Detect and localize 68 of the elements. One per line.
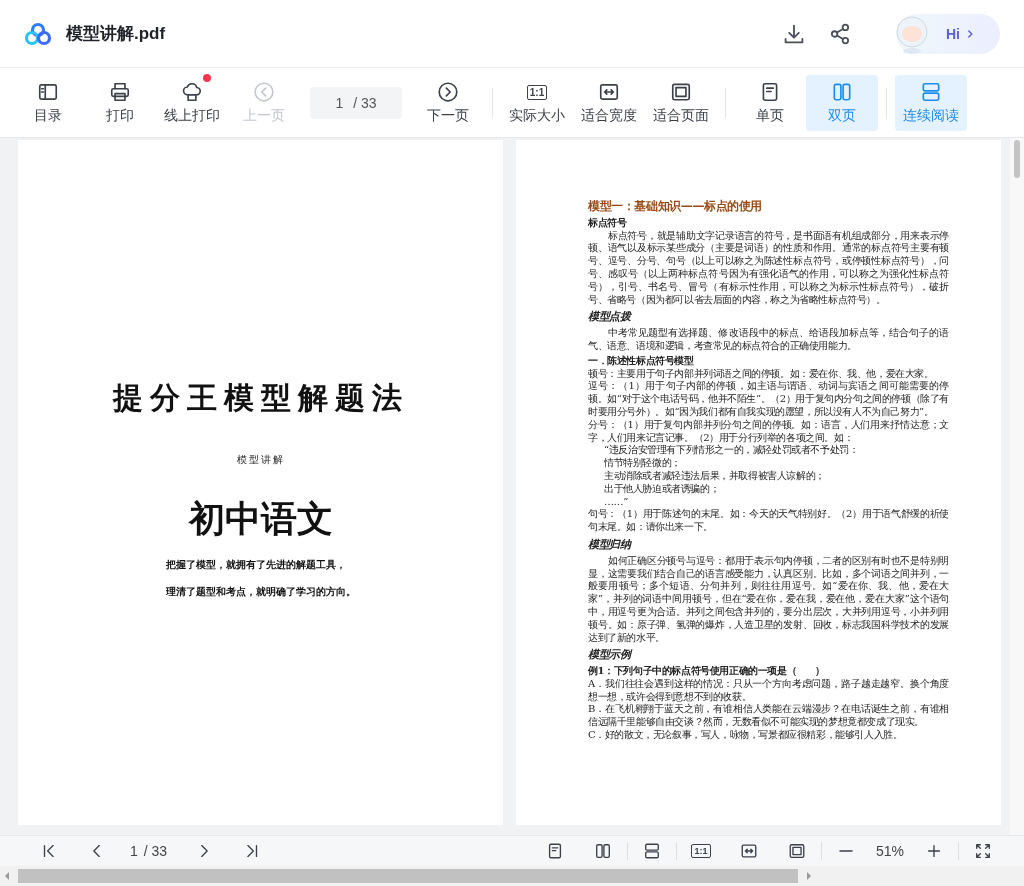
- cover-title: 提分王模型解题法: [112, 380, 409, 416]
- fit-page-button[interactable]: 适合页面: [645, 74, 717, 131]
- paragraph: 如何正确区分顿号与逗号：都用于表示句内停顿，二者的区别有时也不是特别明显，这需要我们结合自己的语言感受能力，认真区别。比如，多个词语之间并列，一般要用顿号；多个短语、分句并列，则往往用逗号。如“爱在你、我、他，爱在大家”，并列的词语中间用顿号，但在“爱在你，爱在我，爱在他，爱在大家”这个语句中，用逗号更为合适。并列之间包含并列的，要分出层次，大并列用逗号，小并列用顿号。如：原子弹、氢弹的爆炸，人造卫星的发射、回收，标志我国科学技术的发展达到了新的水平。: [588, 554, 949, 645]
- paragraph: C．好的散文，无论叙事，写人，咏物，写景都应很精彩，能够引人入胜。: [588, 729, 904, 742]
- previous-page-icon: [253, 81, 275, 103]
- logo-icon: [24, 21, 52, 46]
- online-print-button[interactable]: 线上打印: [156, 74, 228, 131]
- quoted-line: 情节特别轻微的；: [603, 457, 682, 470]
- actual-size-button[interactable]: 1:1 实际大小: [501, 74, 573, 131]
- paragraph: A．我们往往会遇到这样的情况：只从一个方向考虑问题，路子越走越窄。换个角度想一想，或许会得到意想不到的收获。: [588, 677, 949, 703]
- paragraph: 标点符号，就是辅助文字记录语言的符号，是书面语有机组成部分，用来表示停顿、语气以及标示某些成分（主要是词语）的性质和作用。通常的标点符号主要有顿号、逗号、分号、句号（以上可以称之为陈述性标点符号，或停顿性标点符号），问号、感叹号（以上两种标点符号因为有强化语气的作用，可以称之为强化性标点符号），引号、书名号、冒号（有标示性作用，可以称之为标示性标点符号），破折号、省略号（因为都可以省去后面的内容，称之为省略性标点符号）。: [588, 229, 949, 307]
- cover-text: 理清了题型和考点，就明确了学习的方向。: [165, 585, 356, 599]
- paragraph: 逗号：（1）用于句子内部的停顿，如主语与谓语、动词与宾语之间可能需要的停顿。如“对于这个电话号码，他并不陌生”。（2）用于复句内分句之间的停顿（除了有时要用分号外）。如“因为我们都有自我实现的愿望，所以没有人不为自己努力”。: [588, 380, 949, 419]
- chapter-title: 模型一：基础知识——标点的使用: [588, 200, 763, 213]
- scrollbar-thumb[interactable]: [1014, 140, 1020, 178]
- assistant-button[interactable]: Hi: [896, 13, 1000, 54]
- fit-width-button[interactable]: 适合宽度: [573, 74, 645, 131]
- horizontal-scrollbar[interactable]: [0, 866, 1024, 886]
- page-total: / 33: [353, 94, 377, 111]
- next-page-button[interactable]: 下一页: [412, 74, 484, 131]
- actual-size-icon: 1:1: [526, 84, 548, 100]
- paragraph: 句号：（1）用于陈述句的末尾。如：今天的天气特别好。（2）用于语气舒缓的祈使句末尾。如：请你出来一下。: [588, 508, 949, 534]
- quoted-line: “违反治安管理有下列情形之一的，减轻处罚或者不予处罚：: [603, 444, 860, 457]
- cover-heading: 初中语文: [188, 497, 333, 541]
- print-button[interactable]: 打印: [84, 74, 156, 131]
- current-page[interactable]: 1: [130, 843, 138, 859]
- zoom-level: 51%: [875, 843, 905, 859]
- fit-width-icon: [598, 81, 620, 103]
- fullscreen-icon: [974, 842, 992, 860]
- zoom-in-icon: [925, 842, 943, 860]
- quoted-line: ……”: [603, 495, 629, 509]
- subheading: 一．陈述性标点符号模型: [588, 354, 695, 368]
- continuous-scroll-icon: [643, 842, 661, 860]
- fit-page-icon: [788, 842, 806, 860]
- vertical-scrollbar[interactable]: [1010, 138, 1024, 835]
- cloud-printer-icon: [181, 81, 203, 103]
- subheading: 标点符号: [588, 216, 628, 230]
- paragraph: 顿号：主要用于句子内部并列词语之间的停顿。如：爱在你、我、他，爱在大家。: [588, 367, 935, 380]
- scrollbar-thumb[interactable]: [18, 869, 798, 883]
- section-heading: 模型示例: [588, 649, 634, 663]
- sidebar-icon: [37, 81, 59, 103]
- single-page-button[interactable]: 单页: [734, 74, 806, 131]
- printer-icon: [109, 81, 131, 103]
- double-page-icon: [594, 842, 612, 860]
- paragraph: B．在飞机翱翔于蓝天之前，有谁相信人类能在云端漫步？在电话诞生之前，有谁相信远隔千里能够自由交谈？然而，无数看似不可能实现的梦想竟都变成了现实。: [588, 703, 949, 729]
- continuous-scroll-icon: [920, 81, 942, 103]
- single-page-icon: [546, 842, 564, 860]
- actual-size-button[interactable]: 1:1: [680, 838, 722, 864]
- quoted-line: 主动消除或者减轻违法后果，并取得被害人谅解的；: [603, 469, 826, 483]
- section-heading: 模型点拨: [588, 311, 633, 325]
- page-number-field[interactable]: 1 / 33: [310, 86, 402, 119]
- actual-size-icon: 1:1: [691, 844, 711, 858]
- subheading: 例1：下列句子中的标点符号使用正确的一项是（ ）: [588, 665, 826, 678]
- quoted-line: 出于他人胁迫或者诱骗的；: [603, 482, 721, 496]
- paragraph: 中考常见题型有选择题、修改语段中的标点、给语段加标点等，结合句子的语气、语意、语境和逻辑，考查常见的标点符合的正确使用能力。: [588, 327, 949, 353]
- share-icon: [828, 21, 852, 46]
- cover-text: 把握了模型，就拥有了先进的解题工具，: [165, 558, 347, 572]
- fit-page-icon: [670, 81, 692, 103]
- paragraph: 分号：（1）用于复句内部并列分句之间的停顿。如：语言，人们用来抒情达意；文字，人们用来记言记事。（2）用于分行列举的各项之间。如：: [588, 418, 949, 444]
- section-heading: 模型归纳: [588, 538, 633, 552]
- page-total: / 33: [143, 843, 168, 859]
- cover-subtitle: 模型讲解: [236, 453, 285, 467]
- fit-width-icon: [740, 842, 758, 860]
- next-page-icon: [437, 81, 459, 103]
- current-page[interactable]: 1: [335, 94, 344, 111]
- double-page-icon: [831, 81, 853, 103]
- document-title: 模型讲解.pdf: [66, 23, 166, 45]
- contents-button[interactable]: 目录: [12, 74, 84, 131]
